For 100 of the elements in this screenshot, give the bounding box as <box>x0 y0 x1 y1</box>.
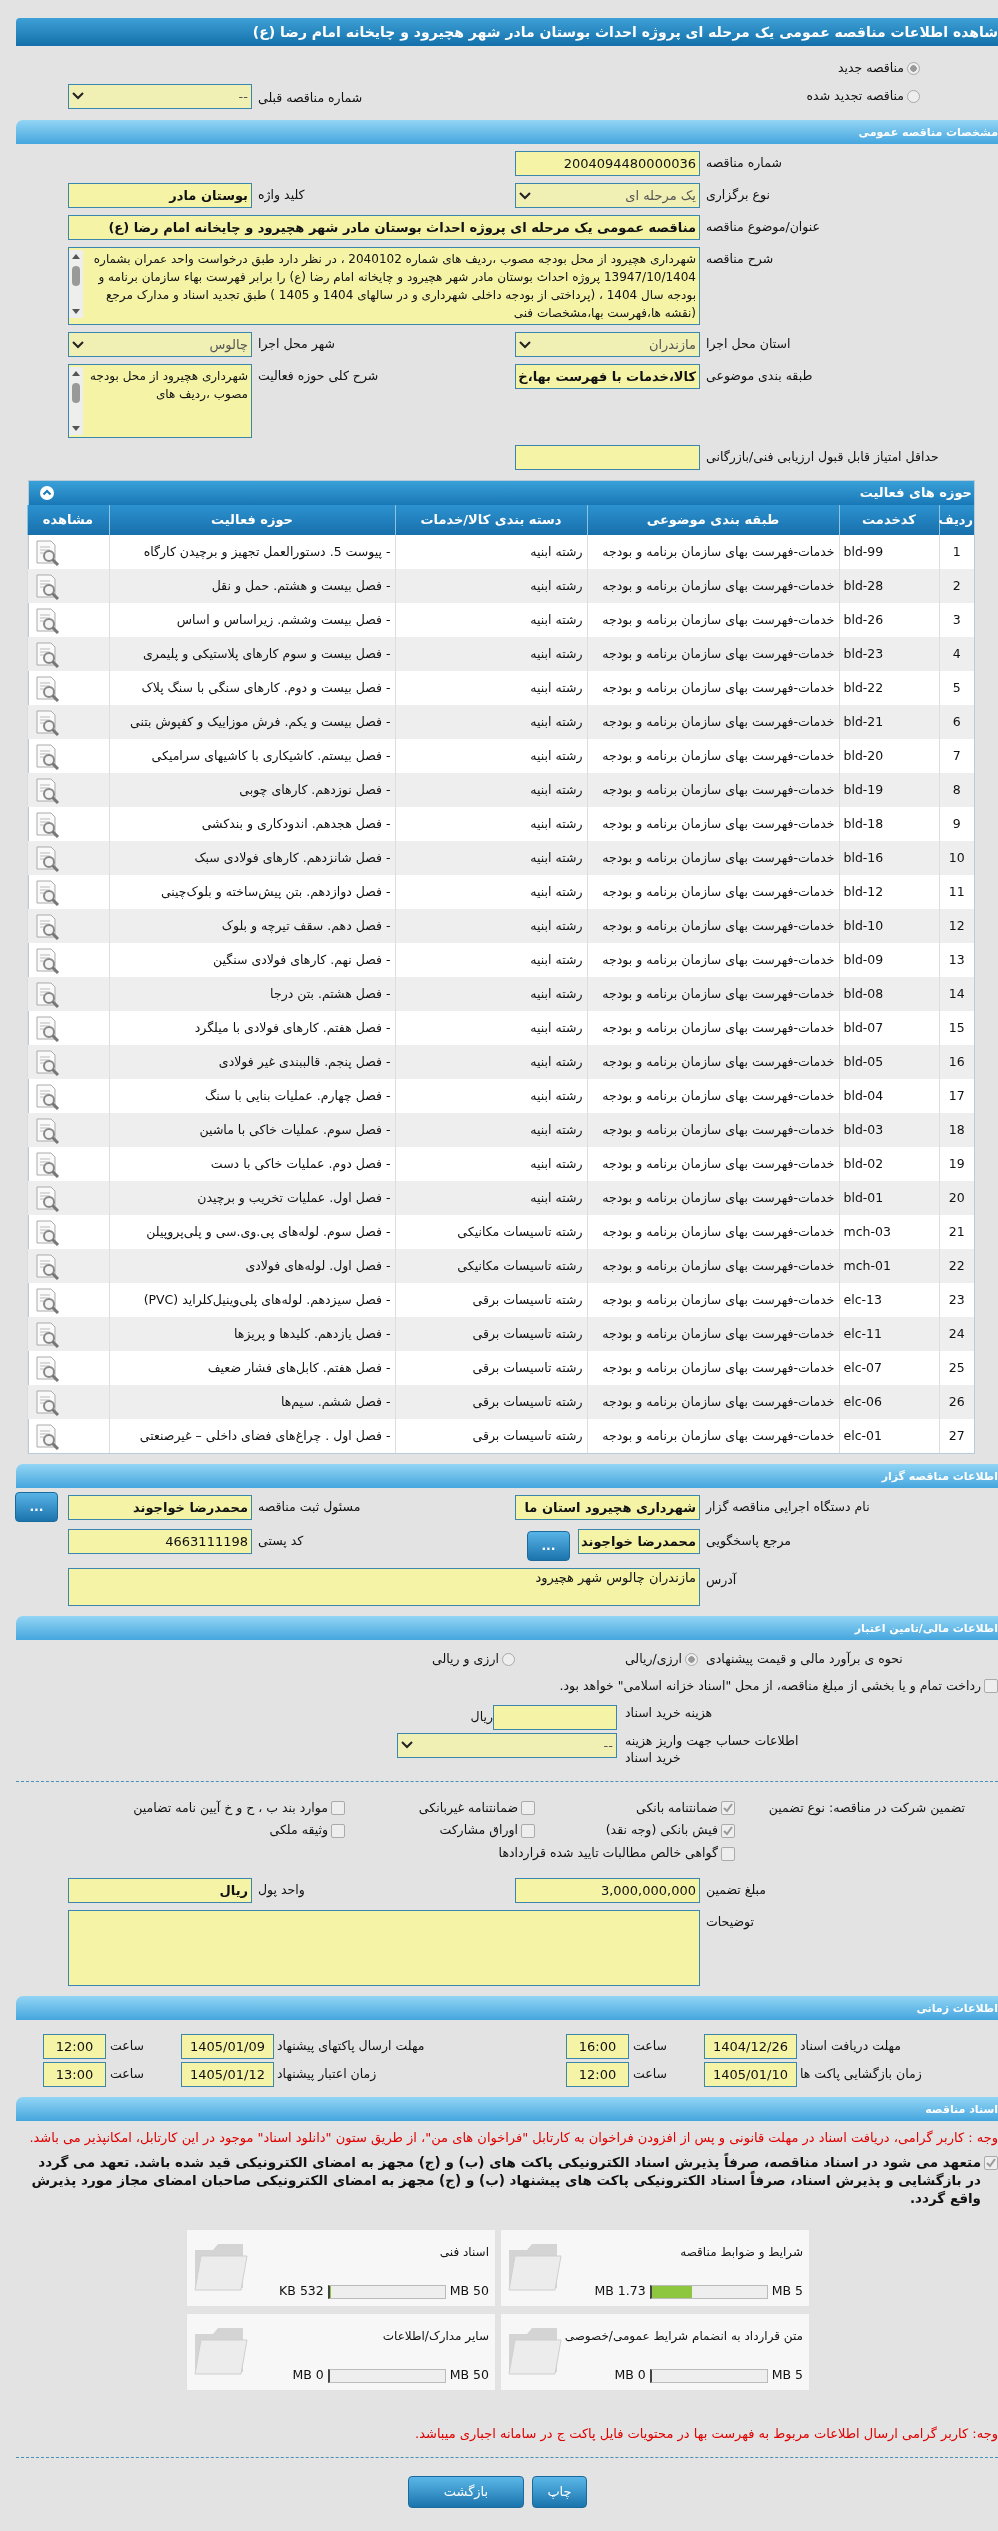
unit-label: ریال <box>470 1707 493 1726</box>
table-cell: خدمات-فهرست بهای سازمان برنامه و بودجه <box>587 841 839 875</box>
date-field[interactable]: 1404/12/26 <box>704 2034 797 2060</box>
collapse-icon[interactable] <box>39 485 55 501</box>
table-cell: 24 <box>939 1317 974 1351</box>
document-search-icon[interactable] <box>33 708 60 736</box>
radio-button[interactable] <box>907 61 920 75</box>
checkbox[interactable] <box>521 1800 535 1815</box>
document-search-icon[interactable] <box>33 640 60 668</box>
more-button[interactable]: ... <box>15 1492 58 1522</box>
document-search-icon[interactable] <box>33 1422 60 1450</box>
document-search-icon[interactable] <box>33 776 60 804</box>
time-field[interactable]: 16:00 <box>566 2034 629 2060</box>
text-field[interactable]: 3,000,000,000 <box>515 1878 700 1904</box>
field-label: استان محل اجرا <box>706 335 792 353</box>
checkbox[interactable] <box>721 1823 735 1838</box>
dropdown[interactable]: -- <box>68 83 252 109</box>
table-cell: bld-08 <box>839 977 939 1011</box>
document-search-icon[interactable] <box>33 742 60 770</box>
table-cell: خدمات-فهرست بهای سازمان برنامه و بودجه <box>587 1385 839 1419</box>
table-cell: - فصل سوم. عملیات خاکی با ماشین <box>109 1113 395 1147</box>
date-field[interactable]: 1405/01/12 <box>181 2062 274 2088</box>
checkbox[interactable] <box>721 1846 735 1861</box>
field-label: ساعت <box>110 2066 145 2084</box>
text-field[interactable]: ریال <box>68 1878 252 1904</box>
text-field[interactable]: کالا،خدمات با فهرست بها،خ <box>515 364 700 389</box>
table-cell: خدمات-فهرست بهای سازمان برنامه و بودجه <box>587 1045 839 1079</box>
table-cell: 12 <box>939 909 974 943</box>
action-button[interactable]: بازگشت <box>408 2475 524 2508</box>
checkbox[interactable] <box>331 1800 345 1815</box>
document-search-icon[interactable] <box>33 1116 60 1144</box>
field-label: نحوه ی برآورد مالی و قیمت پیشنهادی <box>706 1650 904 1668</box>
field-label: شماره مناقصه قبلی <box>258 88 364 107</box>
text-field[interactable]: محمدرضا خواجوند <box>68 1495 252 1520</box>
checkbox[interactable] <box>984 1679 998 1694</box>
field-label: حداقل امتیاز قابل قبول ارزیابی فنی/بازرگانی <box>706 448 940 466</box>
table-cell: - فصل یازدهم. کلیدها و پریزها <box>109 1317 395 1351</box>
table-cell: خدمات-فهرست بهای سازمان برنامه و بودجه <box>587 977 839 1011</box>
field-label: مبلغ تضمین <box>706 1881 768 1899</box>
text-field[interactable] <box>515 445 700 470</box>
date-field[interactable]: 1405/01/09 <box>181 2034 274 2060</box>
document-search-icon[interactable] <box>33 946 60 974</box>
radio-button[interactable] <box>907 89 920 103</box>
date-field[interactable]: 1405/01/10 <box>704 2062 797 2088</box>
document-search-icon[interactable] <box>33 1184 60 1212</box>
file-size: 0 MB <box>292 2367 324 2385</box>
text-field[interactable]: شهرداری هچیرود استان ما <box>515 1495 700 1520</box>
checkbox[interactable] <box>984 2155 998 2170</box>
document-search-icon[interactable] <box>33 1286 60 1314</box>
text-field[interactable] <box>493 1704 617 1730</box>
document-search-icon[interactable] <box>33 1252 60 1280</box>
radio-button[interactable] <box>501 1652 515 1666</box>
more-button[interactable]: ... <box>527 1531 570 1561</box>
text-field[interactable]: 2004094480000036 <box>515 151 700 176</box>
text-field[interactable]: محمدرضا خواجوند <box>578 1529 700 1554</box>
section-header: اطلاعات مالی/تامین اعتبار <box>16 1616 998 1640</box>
document-search-icon[interactable] <box>33 912 60 940</box>
text-area[interactable]: مازندران چالوس شهر هچیرود <box>68 1568 700 1606</box>
table-cell: خدمات-فهرست بهای سازمان برنامه و بودجه <box>587 909 839 943</box>
checkbox[interactable] <box>331 1823 345 1838</box>
document-search-icon[interactable] <box>33 1150 60 1178</box>
time-field[interactable]: 13:00 <box>43 2062 106 2088</box>
text-area[interactable]: شهرداری هچیرود از محل بودجه مصوب ،ردیف های شماره 2040102 ، در نظر دارد طبق درخواست واحد عمران بشماره 13947/10/1404 پروژه احداث بوستان مادر شهر هچیرود و چایخانه امام رضا (ع) را برابر فهرست بهاء سازمان برنامه و بودجه سال 1404 ، (پرداختی از بودجه داخلی شهرداری و در سالهای 1404 و 1405 ) طبق تجدید اسناد و مدارک مرجع (نقشه ها،فهرست بها،مشخصات فنی <box>68 247 700 325</box>
document-search-icon[interactable] <box>33 1014 60 1042</box>
checkbox[interactable] <box>521 1823 535 1838</box>
text-area[interactable] <box>68 1910 700 1987</box>
dropdown[interactable]: یک مرحله ای <box>515 183 700 208</box>
document-search-icon[interactable] <box>33 844 60 872</box>
dropdown[interactable]: مازندران <box>515 332 700 357</box>
text-field[interactable]: بوستان مادر <box>68 183 252 208</box>
table-cell: رشته ابنیه <box>395 705 587 739</box>
dropdown[interactable]: -- <box>397 1732 617 1758</box>
column-header: ردیف <box>939 505 974 535</box>
scrollbar[interactable] <box>69 250 83 318</box>
document-search-icon[interactable] <box>33 1218 60 1246</box>
radio-button[interactable] <box>685 1652 698 1666</box>
document-search-icon[interactable] <box>33 1082 60 1110</box>
field-label: شرح کلی حوزه فعالیت <box>258 367 380 385</box>
dropdown[interactable]: چالوس <box>68 332 252 357</box>
document-search-icon[interactable] <box>33 980 60 1008</box>
section-header: اسناد مناقصه <box>16 2097 998 2122</box>
document-search-icon[interactable] <box>33 810 60 838</box>
time-field[interactable]: 12:00 <box>43 2034 106 2060</box>
document-search-icon[interactable] <box>33 606 60 634</box>
document-search-icon[interactable] <box>33 538 60 566</box>
text-area[interactable]: شهرداری هچیرود از محل بودجه مصوب ،ردیف های <box>68 364 252 438</box>
checkbox[interactable] <box>721 1800 735 1815</box>
table-cell: رشته تاسیسات برقی <box>395 1419 587 1453</box>
time-field[interactable]: 12:00 <box>566 2062 629 2088</box>
document-search-icon[interactable] <box>33 1048 60 1076</box>
field-label: توضیحات <box>706 1913 755 1931</box>
text-field[interactable]: 4663111198 <box>68 1529 252 1554</box>
document-search-icon[interactable] <box>33 1388 60 1416</box>
text-field[interactable]: مناقصه عمومی یک مرحله ای پروژه احداث بوستان مادر شهر هچیرود و چایخانه امام رضا (ع) <box>68 215 700 240</box>
document-search-icon[interactable] <box>33 1354 60 1382</box>
document-search-icon[interactable] <box>33 572 60 600</box>
document-search-icon[interactable] <box>33 674 60 702</box>
scrollbar[interactable] <box>69 367 83 435</box>
document-search-icon[interactable] <box>33 878 60 906</box>
document-search-icon[interactable] <box>33 1320 60 1348</box>
